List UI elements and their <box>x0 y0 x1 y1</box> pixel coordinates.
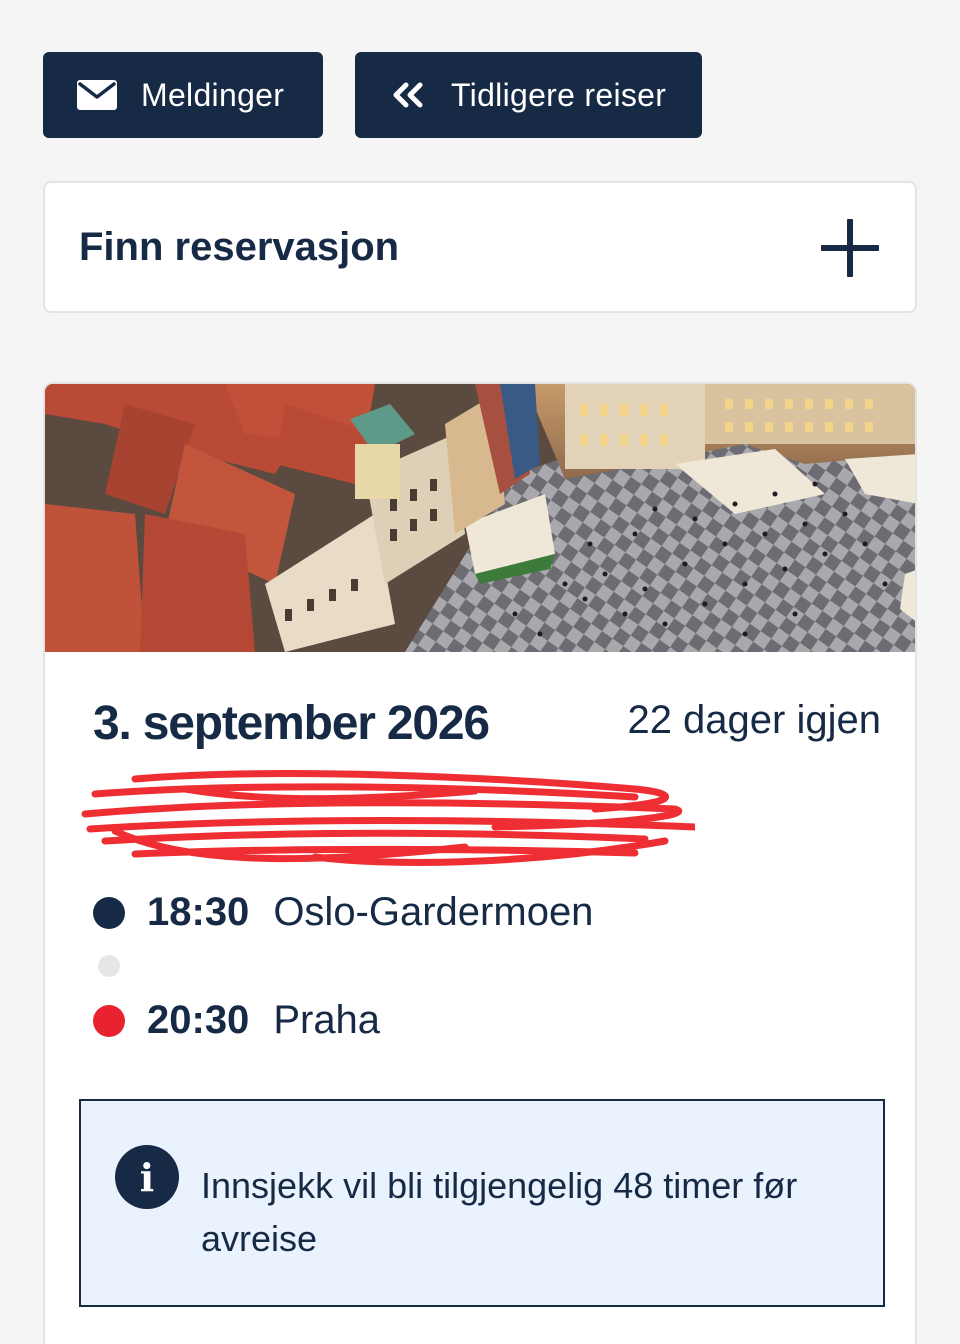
redaction-scribble <box>81 770 695 866</box>
departure-place: Oslo-Gardermoen <box>273 890 594 934</box>
messages-label: Meldinger <box>141 76 285 113</box>
arrival-dot <box>93 1004 125 1037</box>
departure-time: 18:30 <box>147 890 250 934</box>
checkin-info-box: i Innsjekk vil bli tilgjengelig 48 timer… <box>79 1099 885 1307</box>
plus-icon[interactable] <box>821 219 879 277</box>
find-reservation-card[interactable]: Finn reservasjon <box>43 181 917 313</box>
departure-dot <box>93 896 125 929</box>
envelope-icon <box>77 80 117 110</box>
messages-button[interactable]: Meldinger <box>43 52 323 138</box>
find-reservation-title: Finn reservasjon <box>79 224 400 269</box>
arrival-place: Praha <box>273 998 381 1042</box>
trip-date: 3. september 2026 <box>93 697 490 750</box>
trip-card[interactable]: 3. september 2026 22 dager igjen 18:30 O… <box>43 382 917 1344</box>
checkin-info-text: Innsjekk vil bli tilgjengelig 48 timer f… <box>201 1165 798 1259</box>
destination-photo <box>45 384 915 652</box>
arrival-stop: 20:30 Praha <box>93 998 380 1043</box>
previous-trips-button[interactable]: Tidligere reiser <box>355 52 702 138</box>
previous-trips-label: Tidligere reiser <box>451 76 667 113</box>
departure-stop: 18:30 Oslo-Gardermoen <box>93 890 593 935</box>
info-icon: i <box>115 1145 179 1209</box>
double-chevron-left-icon <box>391 82 425 108</box>
days-left: 22 dager igjen <box>627 698 881 742</box>
arrival-time: 20:30 <box>147 998 250 1042</box>
route-connector-dot <box>98 955 120 977</box>
